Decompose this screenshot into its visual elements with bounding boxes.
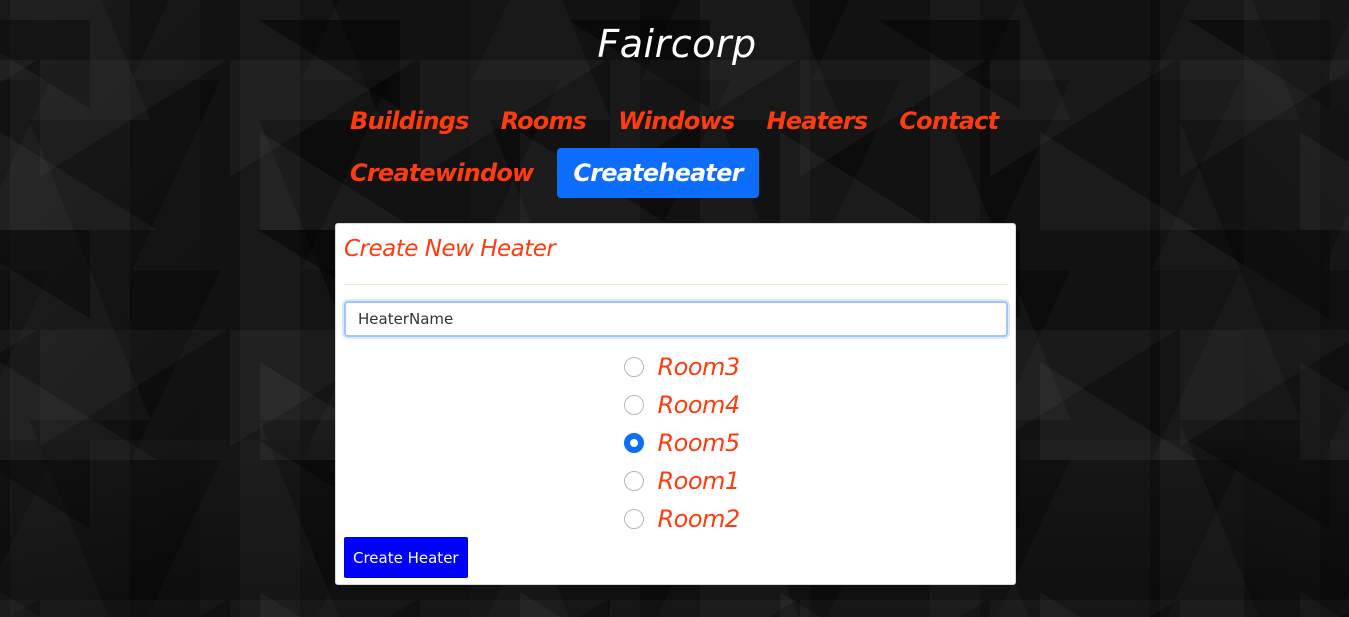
nav-row-1: Buildings Rooms Windows Heaters Contact: [340, 96, 999, 146]
nav-row-2: Createwindow Createheater: [340, 148, 980, 198]
nav-link-rooms[interactable]: Rooms: [491, 99, 597, 143]
room-radio[interactable]: [623, 471, 644, 491]
site-title: Faircorp: [597, 22, 757, 66]
create-heater-card: Create New Heater Room3 Room4 Room5 Room…: [335, 223, 1016, 585]
nav-link-createwindow[interactable]: Createwindow: [340, 151, 543, 195]
room-radio[interactable]: [623, 509, 644, 529]
nav-link-contact[interactable]: Contact: [889, 99, 1008, 143]
nav-link-createheater[interactable]: Createheater: [557, 148, 759, 198]
room-option[interactable]: Room3: [344, 348, 1017, 386]
nav-link-heaters[interactable]: Heaters: [756, 99, 877, 143]
room-label[interactable]: Room2: [658, 505, 741, 533]
room-label[interactable]: Room3: [658, 353, 741, 381]
room-label[interactable]: Room5: [658, 429, 741, 457]
room-radio[interactable]: [623, 395, 644, 415]
room-option[interactable]: Room2: [344, 500, 1017, 538]
room-radio[interactable]: [623, 357, 644, 377]
heater-name-input[interactable]: [344, 301, 1008, 337]
create-heater-button[interactable]: Create Heater: [344, 537, 468, 578]
room-radio[interactable]: [623, 433, 644, 453]
room-option[interactable]: Room5: [344, 424, 1017, 462]
nav-link-windows[interactable]: Windows: [608, 99, 744, 143]
room-option[interactable]: Room1: [344, 462, 1017, 500]
main-nav: Buildings Rooms Windows Heaters Contact …: [340, 96, 999, 198]
room-radio-list: Room3 Room4 Room5 Room1 Room2: [336, 348, 1017, 538]
room-label[interactable]: Room4: [658, 391, 741, 419]
room-label[interactable]: Room1: [658, 467, 741, 495]
room-option[interactable]: Room4: [344, 386, 1017, 424]
title-divider: [344, 284, 1008, 285]
form-title: Create New Heater: [344, 236, 556, 262]
nav-link-buildings[interactable]: Buildings: [340, 99, 479, 143]
